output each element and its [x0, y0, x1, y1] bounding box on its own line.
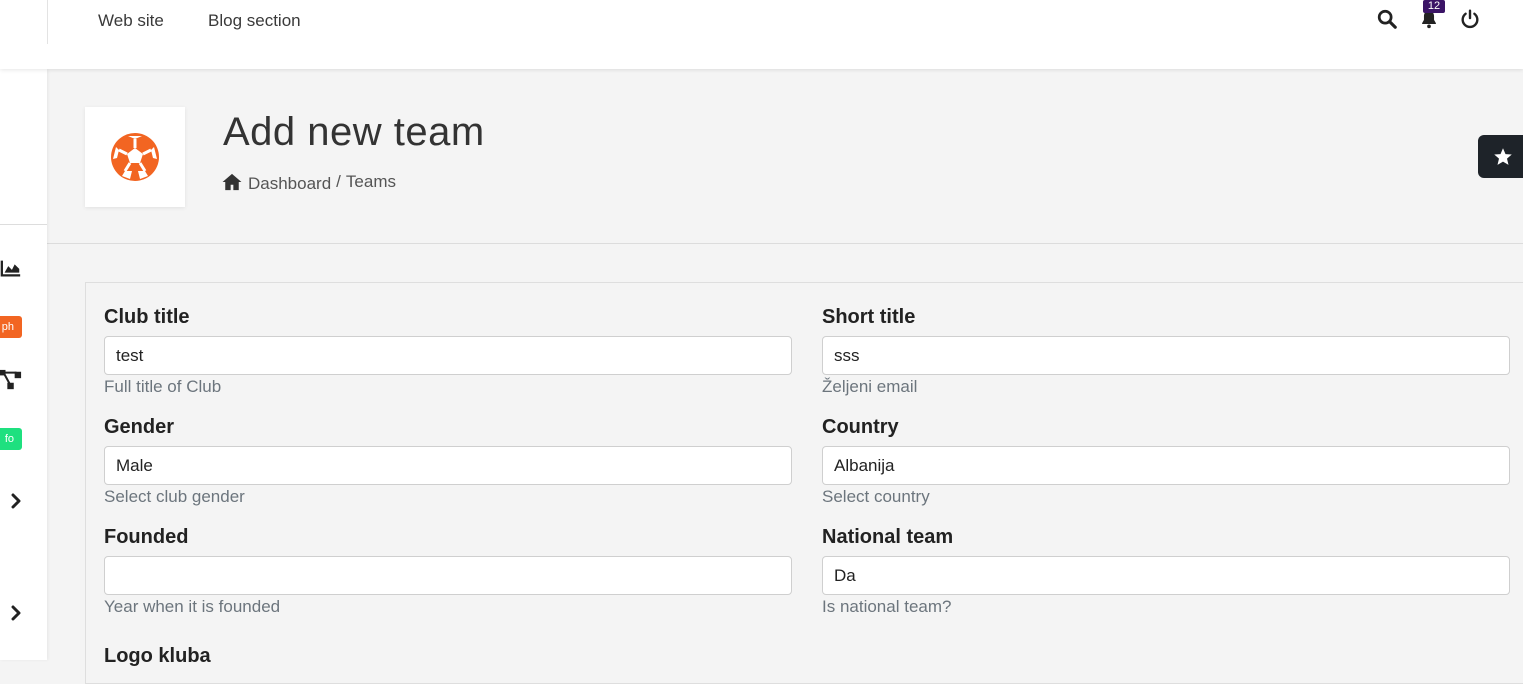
- favorite-button[interactable]: [1478, 135, 1523, 178]
- gender-select[interactable]: Male: [104, 446, 792, 485]
- national-team-select[interactable]: Da: [822, 556, 1510, 595]
- area-chart-icon[interactable]: [0, 257, 22, 279]
- star-icon: [1494, 148, 1512, 165]
- breadcrumb-dashboard-link[interactable]: Dashboard: [248, 174, 331, 194]
- gender-field: Gender Male Select club gender: [104, 415, 792, 507]
- header-divider: [47, 243, 1523, 244]
- chevron-right-icon[interactable]: [9, 605, 23, 621]
- club-title-field: Club title Full title of Club: [104, 305, 792, 397]
- club-title-help: Full title of Club: [104, 377, 222, 396]
- national-team-label: National team: [822, 526, 954, 548]
- gender-help: Select club gender: [104, 487, 245, 506]
- founded-help: Year when it is founded: [104, 597, 281, 616]
- short-title-field: Short title Željeni email: [822, 305, 1510, 397]
- national-team-field: National team Da Is national team?: [822, 525, 1510, 617]
- page-title: Add new team: [223, 110, 485, 154]
- gender-label: Gender: [104, 416, 175, 438]
- nav-link-website[interactable]: Web site: [98, 11, 164, 31]
- national-team-help: Is national team?: [822, 597, 952, 616]
- breadcrumb-current-teams: Teams: [345, 172, 396, 191]
- navbar-divider: [47, 0, 48, 44]
- country-field: Country Albanija Select country: [822, 415, 1510, 507]
- power-icon[interactable]: [1459, 8, 1481, 30]
- search-icon[interactable]: [1376, 8, 1398, 30]
- chevron-right-icon[interactable]: [9, 493, 23, 509]
- sidebar-badge-orange: ph: [0, 316, 22, 338]
- founded-field: Founded Year when it is founded: [104, 525, 792, 617]
- country-label: Country: [822, 416, 899, 438]
- founded-label: Founded: [104, 526, 189, 548]
- country-select[interactable]: Albanija: [822, 446, 1510, 485]
- nav-link-blog-section[interactable]: Blog section: [208, 11, 301, 31]
- founded-input[interactable]: [104, 556, 792, 595]
- breadcrumb: Dashboard / Teams: [222, 170, 396, 194]
- notification-count-badge: 12: [1423, 0, 1445, 13]
- sitemap-icon[interactable]: [0, 369, 22, 391]
- home-icon[interactable]: [222, 173, 242, 191]
- top-navbar: Web site Blog section 12: [0, 0, 1523, 69]
- country-help: Select country: [822, 487, 930, 506]
- breadcrumb-separator: /: [336, 172, 341, 191]
- short-title-help: Željeni email: [822, 377, 918, 396]
- page-logo-card: [85, 107, 185, 207]
- logo-label: Logo kluba: [104, 645, 211, 667]
- soccer-ball-icon: [111, 133, 159, 181]
- club-title-input[interactable]: [104, 336, 792, 375]
- left-sidebar: ph fo: [0, 69, 47, 660]
- sidebar-separator: [0, 224, 47, 225]
- short-title-label: Short title: [822, 306, 916, 328]
- sidebar-badge-green: fo: [0, 428, 22, 450]
- short-title-input[interactable]: [822, 336, 1510, 375]
- club-title-label: Club title: [104, 306, 190, 328]
